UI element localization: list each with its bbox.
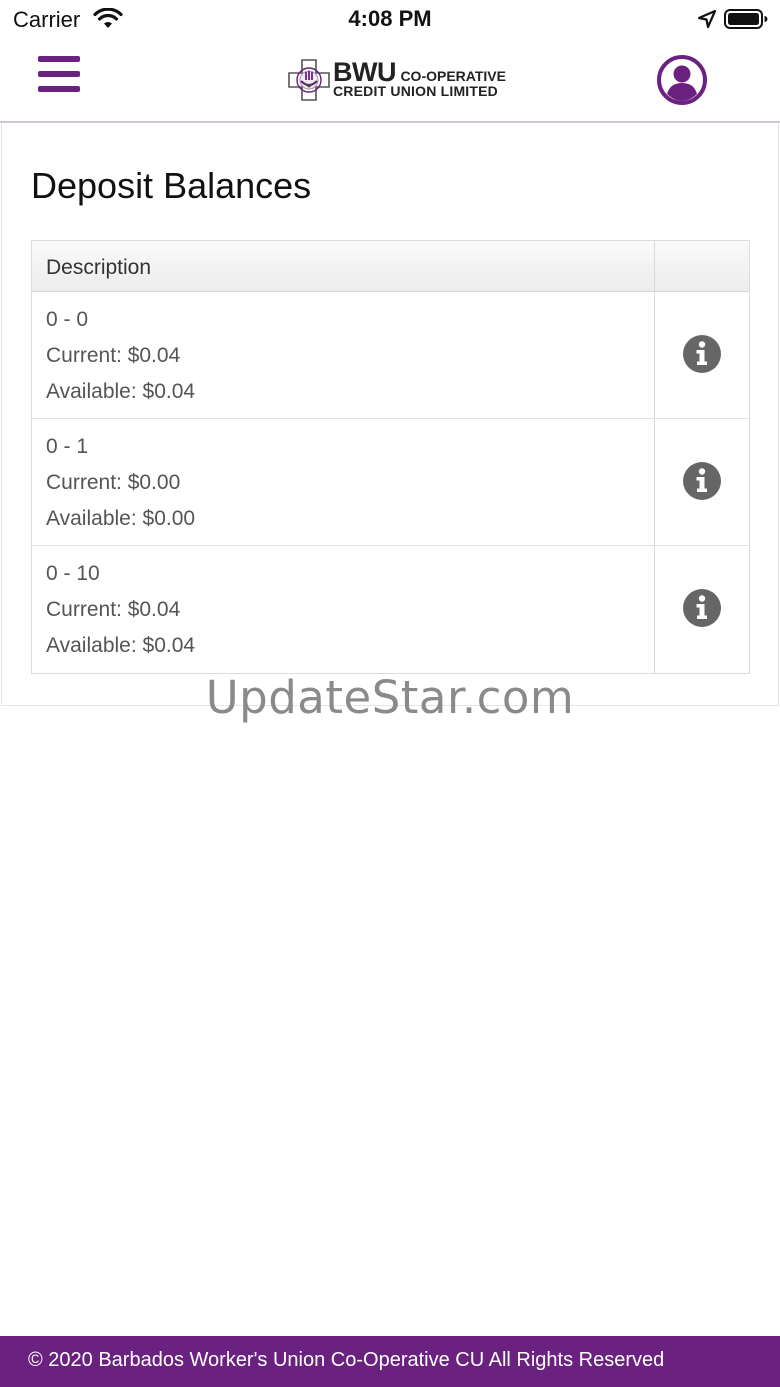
copyright-text: © 2020 Barbados Worker's Union Co-Operat… bbox=[28, 1349, 665, 1371]
account-id: 0 - 10 bbox=[46, 562, 100, 585]
available-balance: Available: $0.04 bbox=[46, 634, 196, 657]
available-balance: Available: $0.00 bbox=[46, 507, 196, 530]
app-header: BWU CO-OPERATIVE CREDIT UNION LIMITED bbox=[0, 40, 780, 123]
available-balance: Available: $0.04 bbox=[46, 380, 196, 403]
current-balance: Current: $0.00 bbox=[46, 471, 181, 494]
logo-brand-suffix: CO-OPERATIVE bbox=[400, 68, 506, 84]
bwu-logo: BWU CO-OPERATIVE CREDIT UNION LIMITED bbox=[288, 57, 506, 103]
logo-subtitle: CREDIT UNION LIMITED bbox=[333, 83, 498, 99]
column-header-description: Description bbox=[32, 241, 655, 291]
table-row: 0 - 1 Current: $0.00 Available: $0.00 bbox=[32, 419, 749, 546]
user-profile-icon[interactable] bbox=[656, 54, 708, 106]
watermark: UpdateStar.com bbox=[205, 671, 575, 724]
table-row: 0 - 0 Current: $0.04 Available: $0.04 bbox=[32, 292, 749, 419]
location-arrow-icon bbox=[697, 9, 717, 29]
info-icon[interactable] bbox=[682, 461, 722, 501]
footer: © 2020 Barbados Worker's Union Co-Operat… bbox=[0, 1336, 780, 1387]
credit-union-emblem-icon bbox=[288, 59, 330, 101]
current-balance: Current: $0.04 bbox=[46, 598, 181, 621]
row-description-cell: 0 - 10 Current: $0.04 Available: $0.04 bbox=[32, 546, 655, 673]
row-action-cell bbox=[655, 546, 749, 673]
page-title: Deposit Balances bbox=[31, 165, 312, 206]
hamburger-menu-icon-bar bbox=[38, 71, 80, 77]
row-action-cell bbox=[655, 419, 749, 545]
deposit-balances-table: Description 0 - 0 Current: $0.04 Availab… bbox=[31, 240, 750, 674]
menu-button[interactable] bbox=[38, 56, 80, 92]
current-balance: Current: $0.04 bbox=[46, 344, 181, 367]
status-time: 4:08 PM bbox=[348, 6, 432, 31]
info-icon[interactable] bbox=[682, 334, 722, 374]
table-header: Description bbox=[32, 241, 749, 292]
account-id: 0 - 1 bbox=[46, 435, 89, 458]
row-description-cell: 0 - 1 Current: $0.00 Available: $0.00 bbox=[32, 419, 655, 545]
table-row: 0 - 10 Current: $0.04 Available: $0.04 bbox=[32, 546, 749, 673]
row-description-cell: 0 - 0 Current: $0.04 Available: $0.04 bbox=[32, 292, 655, 418]
hamburger-menu-icon-bar bbox=[38, 56, 80, 62]
hamburger-menu-icon-bar bbox=[38, 86, 80, 92]
info-icon[interactable] bbox=[682, 588, 722, 628]
column-header-label: Description bbox=[46, 256, 152, 279]
status-bar: Carrier 4:08 PM bbox=[0, 0, 780, 40]
battery-icon bbox=[724, 9, 768, 29]
column-header-actions bbox=[655, 241, 749, 291]
row-action-cell bbox=[655, 292, 749, 418]
account-id: 0 - 0 bbox=[46, 308, 89, 331]
